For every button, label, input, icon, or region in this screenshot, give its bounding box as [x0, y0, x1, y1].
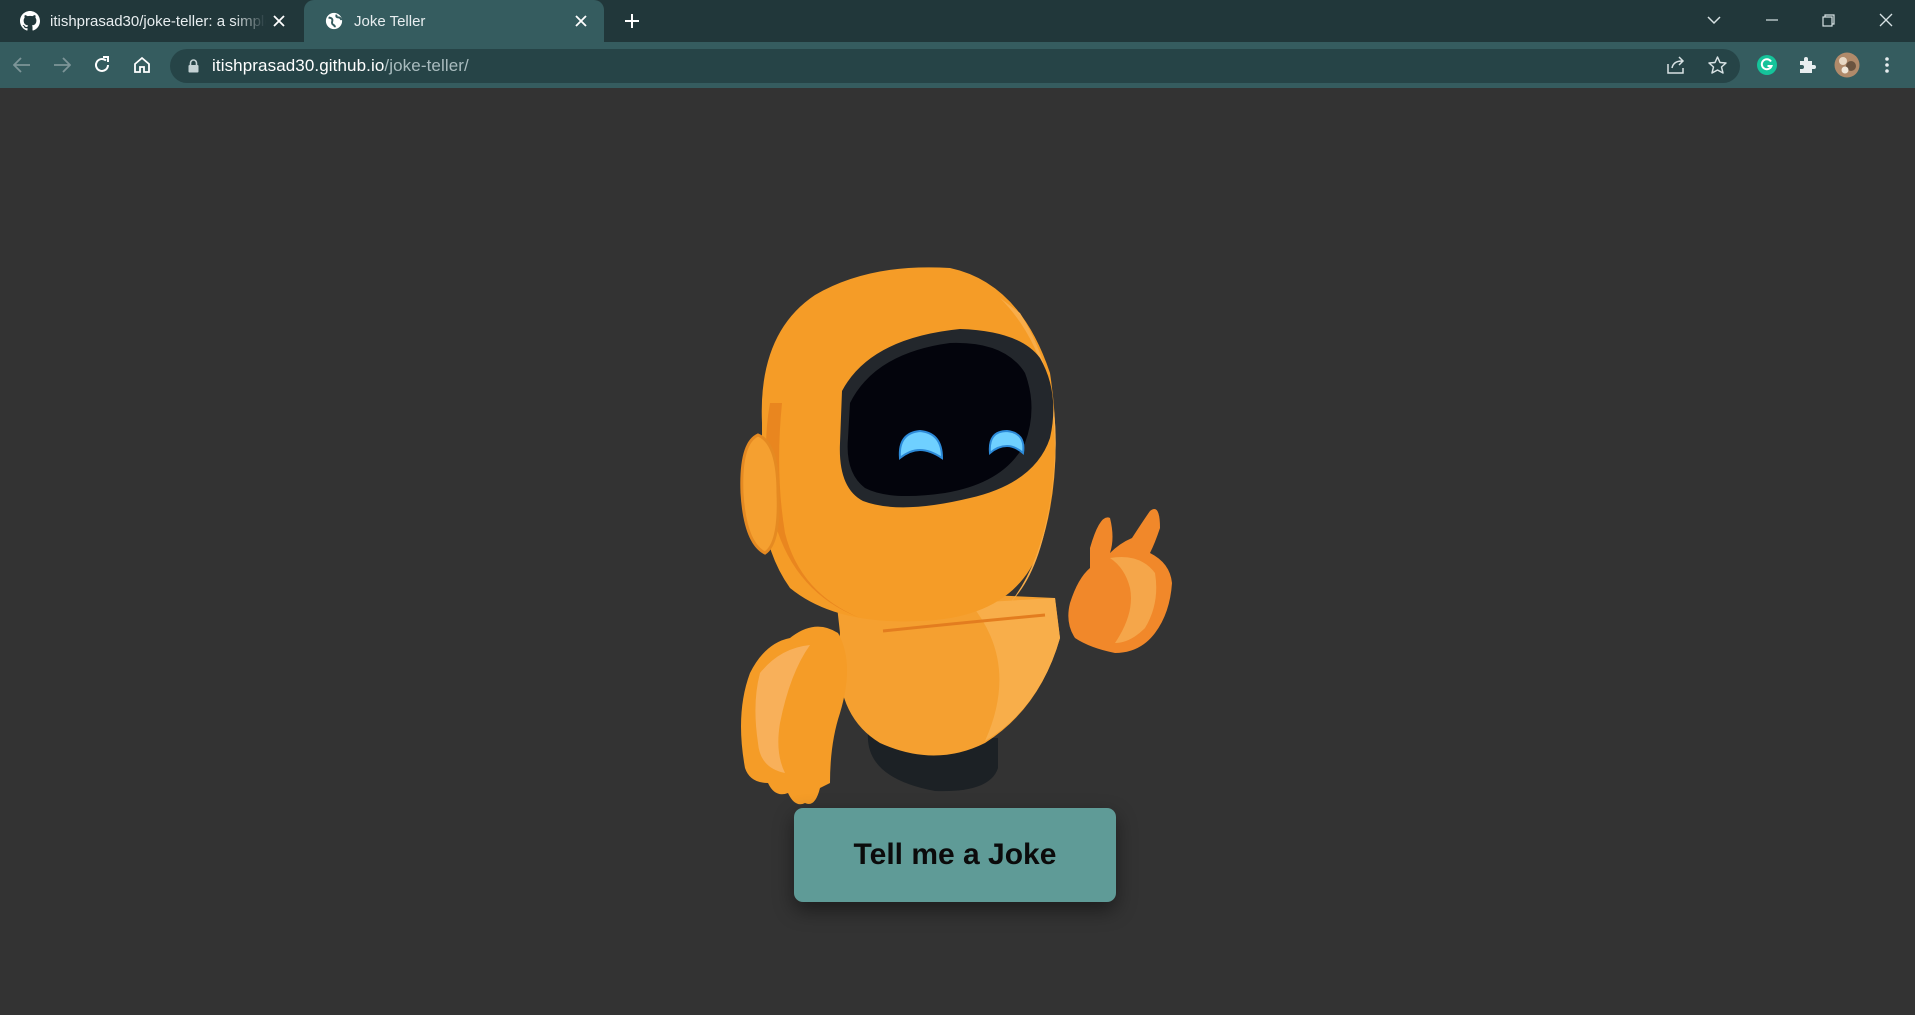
tell-joke-button[interactable]: Tell me a Joke [794, 808, 1116, 902]
tab-github-repo[interactable]: itishprasad30/joke-teller: a simple [0, 0, 302, 42]
minimize-icon[interactable] [1744, 0, 1800, 40]
close-tab-icon[interactable] [266, 8, 292, 34]
url-host: itishprasad30.github.io [212, 56, 385, 75]
github-icon [20, 11, 40, 31]
new-tab-icon[interactable] [617, 6, 647, 36]
page-content: Tell me a Joke [0, 88, 1915, 1015]
robot-right-arm [1068, 509, 1172, 653]
url-path: /joke-teller/ [384, 56, 469, 75]
reload-icon[interactable] [87, 50, 117, 80]
extensions-puzzle-icon[interactable] [1792, 50, 1822, 80]
lock-icon[interactable] [186, 58, 200, 74]
robot-ear [740, 433, 780, 555]
forward-arrow-icon[interactable] [47, 50, 77, 80]
restore-icon[interactable] [1800, 0, 1856, 40]
back-arrow-icon[interactable] [7, 50, 37, 80]
share-icon[interactable] [1662, 50, 1692, 80]
profile-avatar[interactable] [1832, 50, 1862, 80]
browser-menu-icon[interactable] [1872, 50, 1902, 80]
tab-strip: itishprasad30/joke-teller: a simple Joke… [0, 0, 1915, 42]
bookmark-star-icon[interactable] [1702, 50, 1732, 80]
robot-illustration [740, 267, 1172, 805]
url-text: itishprasad30.github.io/joke-teller/ [212, 56, 469, 76]
browser-toolbar: itishprasad30.github.io/joke-teller/ [0, 42, 1915, 88]
tab-joke-teller[interactable]: Joke Teller [304, 0, 604, 42]
tab-title: Joke Teller [354, 12, 426, 30]
close-tab-icon[interactable] [568, 8, 594, 34]
address-bar[interactable]: itishprasad30.github.io/joke-teller/ [170, 49, 1740, 83]
home-icon[interactable] [127, 50, 157, 80]
window-close-icon[interactable] [1858, 0, 1914, 40]
tab-search-chevron-icon[interactable] [1686, 0, 1742, 40]
grammarly-extension-icon[interactable] [1752, 50, 1782, 80]
tab-title: itishprasad30/joke-teller: a simple [50, 12, 266, 30]
globe-icon [324, 11, 344, 31]
